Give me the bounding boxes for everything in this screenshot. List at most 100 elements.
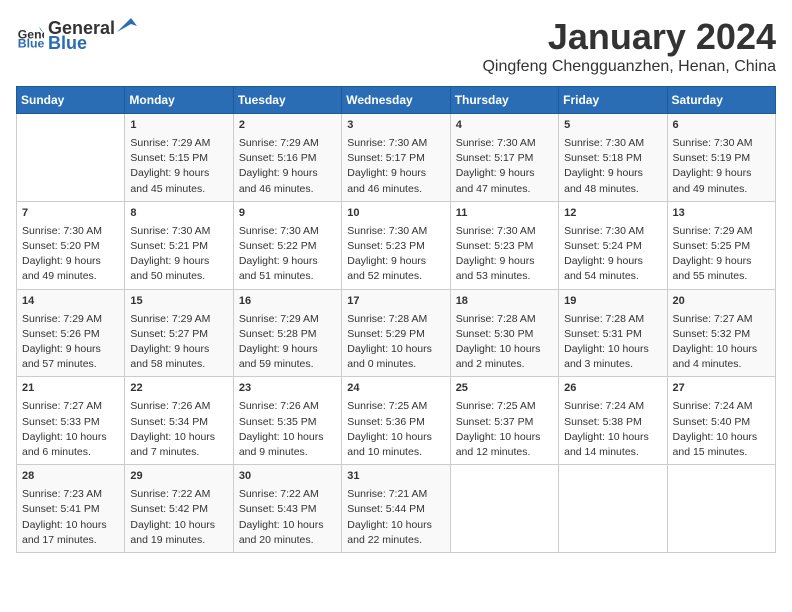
day-info: Sunrise: 7:29 AMSunset: 5:26 PMDaylight:…: [22, 312, 119, 373]
calendar-cell: 12Sunrise: 7:30 AMSunset: 5:24 PMDayligh…: [559, 201, 667, 289]
day-number: 26: [564, 381, 661, 397]
calendar-cell: [17, 114, 125, 202]
day-number: 9: [239, 206, 336, 222]
day-number: 13: [673, 206, 770, 222]
calendar-cell: 4 Sunrise: 7:30 AMSunset: 5:17 PMDaylight…: [450, 114, 558, 202]
day-number: 31: [347, 469, 444, 485]
day-number: 14: [22, 294, 119, 310]
day-info: Sunrise: 7:30 AMSunset: 5:18 PMDaylight:…: [564, 136, 661, 197]
header: General Blue General Blue January 2024 Q…: [16, 16, 776, 76]
day-number: 4: [456, 118, 553, 134]
day-number: 25: [456, 381, 553, 397]
day-info: Sunrise: 7:24 AMSunset: 5:40 PMDaylight:…: [673, 399, 770, 460]
header-tuesday: Tuesday: [233, 87, 341, 114]
day-info: Sunrise: 7:29 AMSunset: 5:25 PMDaylight:…: [673, 224, 770, 285]
day-info: Sunrise: 7:29 AMSunset: 5:16 PMDaylight:…: [239, 136, 336, 197]
day-number: 7: [22, 206, 119, 222]
day-info: Sunrise: 7:30 AMSunset: 5:17 PMDaylight:…: [456, 136, 553, 197]
title-area: January 2024 Qingfeng Chengguanzhen, Hen…: [482, 16, 776, 76]
calendar-cell: 23Sunrise: 7:26 AMSunset: 5:35 PMDayligh…: [233, 377, 341, 465]
calendar-cell: 30 Sunrise: 7:22 AMSunset: 5:43 PMDayligh…: [233, 465, 341, 553]
day-number: 23: [239, 381, 336, 397]
calendar-cell: 29Sunrise: 7:22 AMSunset: 5:42 PMDayligh…: [125, 465, 233, 553]
calendar-cell: 1 Sunrise: 7:29 AMSunset: 5:15 PMDaylight…: [125, 114, 233, 202]
calendar-cell: [667, 465, 775, 553]
day-number: 15: [130, 294, 227, 310]
day-number: 10: [347, 206, 444, 222]
day-number: 19: [564, 294, 661, 310]
calendar-header-row: SundayMondayTuesdayWednesdayThursdayFrid…: [17, 87, 776, 114]
day-info: Sunrise: 7:28 AMSunset: 5:30 PMDaylight:…: [456, 312, 553, 373]
day-info: Sunrise: 7:22 AMSunset: 5:42 PMDaylight:…: [130, 487, 227, 548]
day-number: 8: [130, 206, 227, 222]
day-info: Sunrise: 7:30 AMSunset: 5:23 PMDaylight:…: [347, 224, 444, 285]
week-row-3: 14 Sunrise: 7:29 AMSunset: 5:26 PMDayligh…: [17, 289, 776, 377]
day-info: Sunrise: 7:30 AMSunset: 5:22 PMDaylight:…: [239, 224, 336, 285]
header-monday: Monday: [125, 87, 233, 114]
day-info: Sunrise: 7:23 AMSunset: 5:41 PMDaylight:…: [22, 487, 119, 548]
day-number: 21: [22, 381, 119, 397]
calendar-cell: 8 Sunrise: 7:30 AMSunset: 5:21 PMDaylight…: [125, 201, 233, 289]
day-info: Sunrise: 7:25 AMSunset: 5:36 PMDaylight:…: [347, 399, 444, 460]
week-row-2: 7 Sunrise: 7:30 AMSunset: 5:20 PMDaylight…: [17, 201, 776, 289]
day-info: Sunrise: 7:21 AMSunset: 5:44 PMDaylight:…: [347, 487, 444, 548]
day-info: Sunrise: 7:25 AMSunset: 5:37 PMDaylight:…: [456, 399, 553, 460]
day-number: 11: [456, 206, 553, 222]
day-number: 3: [347, 118, 444, 134]
header-saturday: Saturday: [667, 87, 775, 114]
calendar-cell: 24 Sunrise: 7:25 AMSunset: 5:36 PMDayligh…: [342, 377, 450, 465]
day-info: Sunrise: 7:28 AMSunset: 5:29 PMDaylight:…: [347, 312, 444, 373]
day-info: Sunrise: 7:30 AMSunset: 5:23 PMDaylight:…: [456, 224, 553, 285]
header-sunday: Sunday: [17, 87, 125, 114]
day-number: 20: [673, 294, 770, 310]
day-info: Sunrise: 7:29 AMSunset: 5:15 PMDaylight:…: [130, 136, 227, 197]
calendar-cell: 11 Sunrise: 7:30 AMSunset: 5:23 PMDayligh…: [450, 201, 558, 289]
calendar-cell: 28Sunrise: 7:23 AMSunset: 5:41 PMDayligh…: [17, 465, 125, 553]
calendar-cell: 5 Sunrise: 7:30 AMSunset: 5:18 PMDaylight…: [559, 114, 667, 202]
day-info: Sunrise: 7:27 AMSunset: 5:33 PMDaylight:…: [22, 399, 119, 460]
main-title: January 2024: [482, 16, 776, 58]
calendar-cell: 7 Sunrise: 7:30 AMSunset: 5:20 PMDaylight…: [17, 201, 125, 289]
day-number: 5: [564, 118, 661, 134]
calendar-cell: 20 Sunrise: 7:27 AMSunset: 5:32 PMDayligh…: [667, 289, 775, 377]
calendar-cell: [450, 465, 558, 553]
calendar-table: SundayMondayTuesdayWednesdayThursdayFrid…: [16, 86, 776, 553]
calendar-cell: 17 Sunrise: 7:28 AMSunset: 5:29 PMDayligh…: [342, 289, 450, 377]
week-row-5: 28Sunrise: 7:23 AMSunset: 5:41 PMDayligh…: [17, 465, 776, 553]
day-number: 12: [564, 206, 661, 222]
day-info: Sunrise: 7:30 AMSunset: 5:19 PMDaylight:…: [673, 136, 770, 197]
calendar-cell: 16Sunrise: 7:29 AMSunset: 5:28 PMDayligh…: [233, 289, 341, 377]
day-info: Sunrise: 7:26 AMSunset: 5:34 PMDaylight:…: [130, 399, 227, 460]
day-number: 22: [130, 381, 227, 397]
day-info: Sunrise: 7:30 AMSunset: 5:20 PMDaylight:…: [22, 224, 119, 285]
day-info: Sunrise: 7:22 AMSunset: 5:43 PMDaylight:…: [239, 487, 336, 548]
calendar-cell: 25 Sunrise: 7:25 AMSunset: 5:37 PMDayligh…: [450, 377, 558, 465]
calendar-cell: 21 Sunrise: 7:27 AMSunset: 5:33 PMDayligh…: [17, 377, 125, 465]
header-wednesday: Wednesday: [342, 87, 450, 114]
logo-blue: Blue: [48, 33, 87, 53]
calendar-cell: 6 Sunrise: 7:30 AMSunset: 5:19 PMDaylight…: [667, 114, 775, 202]
day-number: 1: [130, 118, 227, 134]
week-row-1: 1 Sunrise: 7:29 AMSunset: 5:15 PMDaylight…: [17, 114, 776, 202]
svg-text:Blue: Blue: [18, 36, 44, 49]
calendar-cell: 27Sunrise: 7:24 AMSunset: 5:40 PMDayligh…: [667, 377, 775, 465]
day-number: 24: [347, 381, 444, 397]
calendar-cell: [559, 465, 667, 553]
calendar-cell: 26Sunrise: 7:24 AMSunset: 5:38 PMDayligh…: [559, 377, 667, 465]
day-number: 6: [673, 118, 770, 134]
calendar-cell: 22 Sunrise: 7:26 AMSunset: 5:34 PMDayligh…: [125, 377, 233, 465]
week-row-4: 21 Sunrise: 7:27 AMSunset: 5:33 PMDayligh…: [17, 377, 776, 465]
day-info: Sunrise: 7:29 AMSunset: 5:28 PMDaylight:…: [239, 312, 336, 373]
logo-icon: General Blue: [16, 21, 44, 49]
day-number: 30: [239, 469, 336, 485]
day-info: Sunrise: 7:30 AMSunset: 5:21 PMDaylight:…: [130, 224, 227, 285]
calendar-cell: 2Sunrise: 7:29 AMSunset: 5:16 PMDaylight…: [233, 114, 341, 202]
day-info: Sunrise: 7:27 AMSunset: 5:32 PMDaylight:…: [673, 312, 770, 373]
calendar-cell: 15 Sunrise: 7:29 AMSunset: 5:27 PMDayligh…: [125, 289, 233, 377]
header-thursday: Thursday: [450, 87, 558, 114]
logo: General Blue General Blue: [16, 16, 137, 54]
day-number: 17: [347, 294, 444, 310]
subtitle: Qingfeng Chengguanzhen, Henan, China: [482, 58, 776, 76]
calendar-cell: 10 Sunrise: 7:30 AMSunset: 5:23 PMDayligh…: [342, 201, 450, 289]
day-info: Sunrise: 7:29 AMSunset: 5:27 PMDaylight:…: [130, 312, 227, 373]
